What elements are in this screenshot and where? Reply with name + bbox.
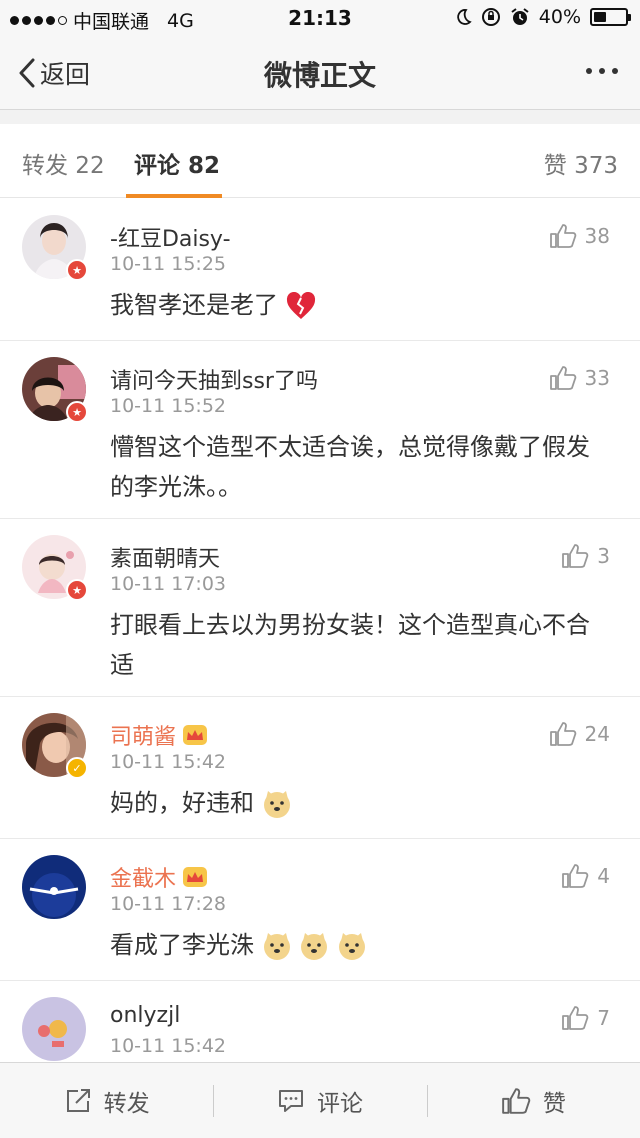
comment-username[interactable]: onlyzjl: [110, 1003, 180, 1028]
comment-text: 妈的，好违和: [110, 789, 254, 817]
comment-item: 金截木 10-11 17:28 看成了李光洙 4: [0, 839, 640, 981]
alarm-icon: [511, 8, 529, 25]
comment-username[interactable]: -红豆Daisy-: [110, 221, 231, 253]
comment-time: 10-11 17:03: [110, 573, 227, 595]
verified-badge-icon: ★: [66, 259, 88, 281]
bottom-toolbar: 转发 评论 赞: [0, 1062, 640, 1138]
section-divider: [0, 110, 640, 124]
tab-repost[interactable]: 转发 22: [22, 146, 105, 180]
rotation-lock-icon: [481, 8, 500, 26]
tab-like[interactable]: 赞 373: [544, 146, 618, 180]
comment-username-row: 司萌酱: [110, 719, 208, 751]
comment-text: 懵智这个造型不太适合诶，总觉得像戴了假发的李光洙。。: [110, 433, 590, 501]
share-icon: [66, 1088, 90, 1112]
comment-button[interactable]: 评论: [213, 1063, 426, 1138]
thumbs-up-icon: [549, 224, 576, 248]
like-count: 3: [597, 544, 610, 568]
active-tab-indicator: [126, 194, 222, 198]
battery-percent: 40%: [538, 6, 581, 28]
avatar[interactable]: [22, 997, 86, 1061]
like-count: 4: [597, 864, 610, 888]
like-button[interactable]: 33: [549, 365, 610, 391]
vip-crown-icon: [183, 867, 208, 887]
avatar[interactable]: [22, 855, 86, 919]
comment-icon: [278, 1089, 303, 1112]
comment-label: 评论: [316, 1090, 363, 1117]
like-label: 赞: [542, 1090, 566, 1117]
comment-username[interactable]: 素面朝晴天: [110, 541, 220, 573]
like-button[interactable]: 3: [561, 543, 610, 569]
like-button[interactable]: 24: [549, 721, 610, 747]
more-options-button[interactable]: [586, 68, 618, 74]
comment-username[interactable]: 金截木: [110, 861, 176, 893]
page-title: 微博正文: [263, 59, 376, 92]
navigation-bar: 返回 微博正文: [0, 36, 640, 110]
comment-time: 10-11 15:52: [110, 395, 227, 417]
vip-crown-icon: [183, 725, 208, 745]
comment-username[interactable]: 请问今天抽到ssr了吗: [110, 363, 318, 395]
thumbs-up-icon: [562, 544, 589, 568]
comment-time: 10-11 17:28: [110, 893, 227, 915]
comment-text: 看成了李光洙: [110, 931, 254, 959]
thumbs-up-icon: [549, 366, 576, 390]
doge-emoji-icon: [301, 933, 328, 960]
like-button[interactable]: 7: [561, 1005, 610, 1031]
thumbs-up-icon: [501, 1087, 531, 1114]
thumbs-up-icon: [562, 1006, 589, 1030]
verified-badge-icon: ✓: [66, 757, 88, 779]
tab-comment[interactable]: 评论 82: [134, 146, 220, 180]
like-button[interactable]: 4: [561, 863, 610, 889]
like-count: 24: [584, 722, 610, 746]
comment-list: ★ -红豆Daisy- 10-11 15:25 我智孝还是老了 38 ★ 请问今…: [0, 199, 640, 1101]
comment-username[interactable]: 司萌酱: [110, 719, 176, 751]
comment-time: 10-11 15:25: [110, 253, 227, 275]
comment-username-row: 金截木: [110, 861, 208, 893]
moon-icon: [457, 9, 472, 25]
repost-button[interactable]: 转发: [0, 1063, 213, 1138]
like-button[interactable]: 38: [549, 223, 610, 249]
broken-heart-icon: [286, 292, 315, 319]
comment-text: 我智孝还是老了: [110, 291, 278, 319]
battery-icon: [590, 8, 631, 26]
verified-badge-icon: ★: [66, 401, 88, 423]
interaction-tabs: 转发 22 评论 82 赞 373: [0, 124, 640, 198]
comment-item: ★ 素面朝晴天 10-11 17:03 打眼看上去以为男扮女装！这个造型真心不合…: [0, 519, 640, 697]
comment-time: 10-11 15:42: [110, 1035, 227, 1057]
repost-label: 转发: [103, 1090, 150, 1117]
comment-item: ★ 请问今天抽到ssr了吗 10-11 15:52 懵智这个造型不太适合诶，总觉…: [0, 341, 640, 519]
doge-emoji-icon: [263, 791, 290, 818]
verified-badge-icon: ★: [66, 579, 88, 601]
status-bar: 中国联通 4G 21:13 40%: [0, 0, 640, 36]
comment-text-row: 看成了李光洙: [110, 925, 610, 965]
comment-text: 打眼看上去以为男扮女装！这个造型真心不合适: [110, 611, 590, 679]
comment-item: ★ -红豆Daisy- 10-11 15:25 我智孝还是老了 38: [0, 199, 640, 341]
comment-item: ✓ 司萌酱 10-11 15:42 妈的，好违和 24: [0, 697, 640, 839]
doge-emoji-icon: [263, 933, 290, 960]
thumbs-up-icon: [562, 864, 589, 888]
thumbs-up-icon: [549, 722, 576, 746]
like-count: 33: [584, 366, 610, 390]
like-count: 7: [597, 1006, 610, 1030]
like-post-button[interactable]: 赞: [426, 1063, 640, 1138]
comment-text-row: 妈的，好违和: [110, 783, 610, 823]
comment-text-row: 我智孝还是老了: [110, 285, 610, 325]
doge-emoji-icon: [338, 933, 365, 960]
comment-time: 10-11 15:42: [110, 751, 227, 773]
like-count: 38: [584, 224, 610, 248]
